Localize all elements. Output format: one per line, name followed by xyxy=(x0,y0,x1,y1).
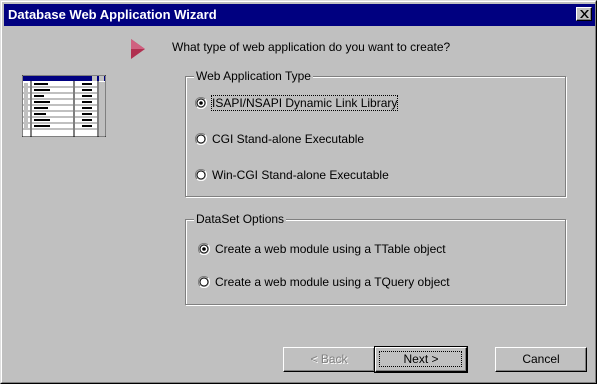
back-button-label: < Back xyxy=(310,352,348,366)
radio-unselected-icon xyxy=(198,276,210,288)
wizard-question: What type of web application do you want… xyxy=(172,40,451,54)
radio-selected-icon xyxy=(195,97,207,109)
dataset-options-group: DataSet Options Create a web module usin… xyxy=(185,212,566,305)
close-button[interactable] xyxy=(576,7,592,21)
cancel-button-label: Cancel xyxy=(522,352,560,366)
radio-selected-icon xyxy=(198,243,210,255)
arrow-right-icon xyxy=(131,39,145,59)
back-button[interactable]: < Back xyxy=(283,347,375,372)
radio-tquery-label: Create a web module using a TQuery objec… xyxy=(215,275,450,289)
web-app-type-group: Web Application Type ISAPI/NSAPI Dynamic… xyxy=(185,69,566,197)
window-frame: Database Web Application Wizard What typ… xyxy=(1,1,596,383)
wizard-window: Database Web Application Wizard What typ… xyxy=(0,0,597,384)
radio-cgi-label: CGI Stand-alone Executable xyxy=(212,132,365,146)
radio-unselected-icon xyxy=(195,133,207,145)
web-app-type-legend: Web Application Type xyxy=(194,69,313,83)
radio-win-cgi-label: Win-CGI Stand-alone Executable xyxy=(212,168,389,182)
dataset-options-legend: DataSet Options xyxy=(194,212,287,226)
window-title: Database Web Application Wizard xyxy=(8,7,217,22)
radio-isapi-label: ISAPI/NSAPI Dynamic Link Library xyxy=(210,95,399,111)
next-button-label: Next > xyxy=(403,352,439,366)
radio-unselected-icon xyxy=(195,169,207,181)
cancel-button[interactable]: Cancel xyxy=(495,347,587,372)
close-icon xyxy=(580,10,589,18)
title-bar[interactable]: Database Web Application Wizard xyxy=(4,4,595,26)
radio-ttable-label: Create a web module using a TTable objec… xyxy=(215,242,446,256)
data-grid-icon xyxy=(22,75,106,137)
next-button[interactable]: Next > xyxy=(374,346,468,373)
